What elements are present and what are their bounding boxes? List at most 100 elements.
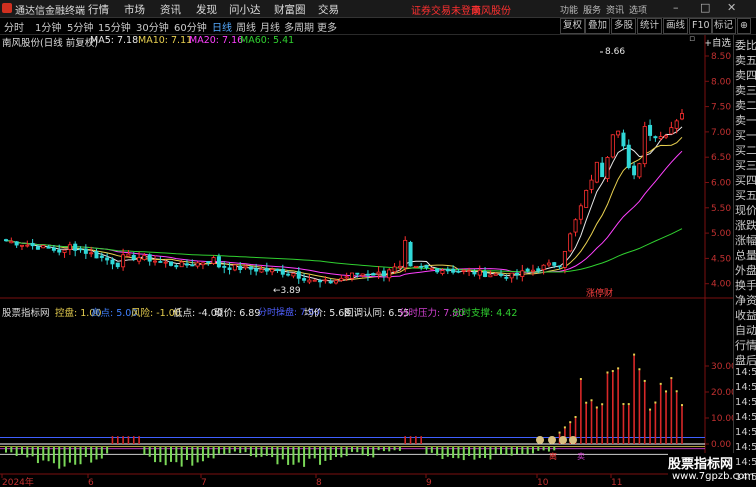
tool-zoom-icon[interactable]: ⊕ (737, 18, 751, 34)
candle-body (360, 273, 365, 276)
candle-body (83, 248, 88, 254)
y-tick-label: 7.00 (711, 128, 731, 138)
money-bag-icon (536, 436, 544, 444)
candle-body (211, 257, 216, 264)
ind-bar-cap (627, 403, 630, 406)
ind-bar-cap (649, 408, 652, 411)
candle-body (440, 270, 445, 274)
candle-body (216, 256, 221, 268)
side-panel-item: 涨幅 (735, 234, 756, 247)
x-tick-label: 8 (316, 478, 322, 487)
side-panel-item[interactable]: 行情 (735, 337, 756, 353)
side-panel-item: 净资 (735, 294, 756, 307)
candle-body (435, 268, 440, 273)
y-tick-label: 4.00 (711, 280, 731, 290)
y-tick-label: 8.50 (711, 52, 731, 62)
candle-body (264, 268, 269, 272)
candle-body (658, 136, 663, 140)
candle-body (30, 242, 35, 247)
money-bag-icon (559, 436, 567, 444)
candle-body (600, 162, 605, 178)
candle-body (477, 269, 482, 276)
candle-body (578, 205, 583, 220)
candle-body (78, 248, 83, 251)
y-tick-label: 5.00 (711, 229, 731, 239)
side-panel-item: 现价 (735, 204, 756, 217)
candle-body (365, 273, 370, 276)
side-panel-item: 14:56 (735, 412, 756, 423)
candle-body (99, 255, 104, 258)
candle-body (184, 263, 189, 266)
candle-body (14, 241, 19, 246)
ind-bar-cap (569, 421, 572, 424)
candle-body (259, 269, 264, 273)
side-panel-item: 买三 (735, 159, 756, 172)
side-panel-item: 委比 (735, 39, 756, 52)
ind-bar-cap (611, 370, 614, 373)
candle-body (419, 265, 424, 268)
candle-body (51, 247, 56, 251)
candle-body (514, 273, 519, 276)
candle-body (57, 249, 62, 253)
candle-body (137, 257, 142, 262)
candle-body (648, 124, 653, 136)
candle-body (307, 279, 312, 283)
candle-body (232, 264, 237, 271)
side-panel-item: 涨跌 (735, 219, 756, 232)
candle-body (637, 163, 642, 178)
candle-body (584, 189, 589, 208)
candle-body (605, 157, 610, 179)
side-panel-item: 收益 (735, 309, 756, 322)
quote-side-panel: 委比 卖五 卖四 卖三 卖二 卖一 买一 买二 买三 买四 买五 现价 涨跌 涨幅 总量 外盘 换手 净资 收益 自动… (733, 35, 756, 487)
ind-bar-cap (585, 401, 588, 404)
watermark-url: www.7gpzb.com (672, 471, 754, 482)
y-tick-label: 8.00 (711, 77, 731, 87)
candle-body (318, 280, 323, 283)
candle-body (174, 265, 179, 268)
candle-body (35, 246, 40, 250)
side-panel-item: 14:56 (735, 427, 756, 438)
side-panel-item: 卖一 (735, 114, 756, 127)
candle-body (483, 271, 488, 277)
side-panel-item: 14:56 (735, 442, 756, 453)
candle-body (541, 264, 546, 271)
ind-bar-cap (681, 404, 683, 407)
side-panel-item[interactable]: 自动 (735, 322, 756, 338)
candle-body (509, 272, 514, 279)
y-tick-label: 6.50 (711, 153, 731, 163)
x-tick-label: 2024年 (2, 476, 34, 487)
x-tick-label: 9 (426, 478, 432, 487)
ind-bar-cap (563, 426, 566, 429)
candle-body (206, 261, 211, 264)
candle-body (115, 262, 120, 268)
candle-body (126, 253, 131, 257)
ind-bar-cap (633, 353, 636, 356)
candle-body (142, 254, 147, 260)
candle-body (227, 267, 232, 270)
ind-bar-cap (595, 406, 598, 409)
candle-body (67, 244, 72, 250)
ind-bar-cap (654, 401, 657, 404)
side-panel-item: 买四 (735, 174, 756, 187)
candle-body (451, 268, 456, 273)
candle-body (424, 264, 429, 269)
candle-body (131, 254, 136, 260)
candle-body (200, 262, 205, 266)
candle-body (349, 272, 354, 279)
ind-tick-label: 20.00 (711, 388, 733, 398)
candle-body (270, 269, 275, 273)
side-panel-item: 14:56 (735, 457, 756, 468)
price-chart[interactable]: 离 卖 8.50 8.00 7.50 7.00 6.50 6.00 5.50 5.00 4.50 4… (0, 0, 733, 487)
candle-body (334, 280, 339, 284)
candle-body (328, 281, 333, 284)
candle-body (456, 270, 461, 273)
limit-up-tag: 涨停财 (586, 287, 613, 299)
side-panel-item: 14:56 (735, 382, 756, 393)
side-panel-item[interactable]: 盘后 (735, 352, 756, 368)
ind-bar-cap (675, 390, 678, 393)
y-tick-label: 7.50 (711, 103, 731, 113)
candle-body (674, 120, 679, 129)
candle-body (62, 249, 67, 253)
ind-bar-cap (579, 378, 582, 381)
ind-bar-cap (659, 382, 662, 385)
